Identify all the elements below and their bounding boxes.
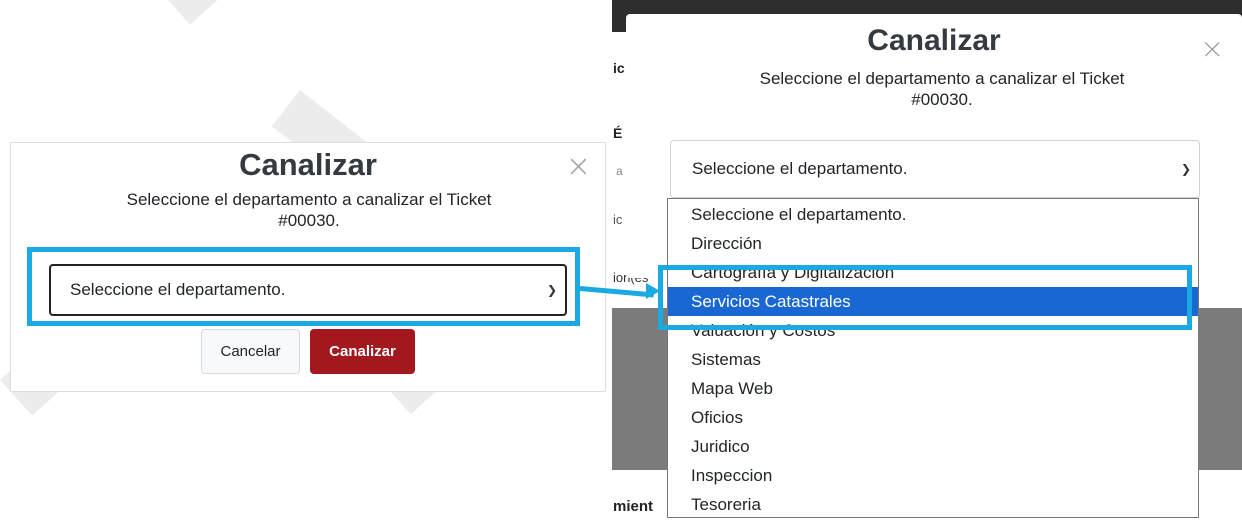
cancel-button[interactable]: Cancelar xyxy=(201,329,300,374)
select-highlight-box xyxy=(27,247,580,326)
background-fragment: a xyxy=(616,164,623,178)
dropdown-option[interactable]: Juridico xyxy=(668,432,1198,461)
background-fragment: ic xyxy=(613,60,625,76)
watermark-stroke xyxy=(150,0,458,25)
close-icon[interactable]: × xyxy=(1201,32,1224,65)
dialog-subtitle: Seleccione el departamento a canalizar e… xyxy=(704,68,1180,110)
dropdown-option[interactable]: Seleccione el departamento. xyxy=(668,200,1198,229)
department-dropdown-list: Seleccione el departamento. Dirección Ca… xyxy=(667,198,1199,518)
close-icon[interactable]: × xyxy=(566,149,591,184)
dropdown-option[interactable]: Inspeccion xyxy=(668,461,1198,490)
dialog-subtitle-line1: Seleccione el departamento a canalizar e… xyxy=(126,190,492,209)
dialog-title: Canalizar xyxy=(867,24,1001,57)
dropdown-option[interactable]: Dirección xyxy=(668,229,1198,258)
dialog-subtitle-line2: #00030. xyxy=(911,90,973,109)
chevron-down-icon: ❯ xyxy=(1180,162,1191,176)
dialog-title: Canalizar xyxy=(239,147,377,182)
dialog-subtitle-line2: #00030. xyxy=(278,211,340,230)
department-select-value: Seleccione el departamento. xyxy=(692,159,908,178)
background-fragment: mient xyxy=(613,498,654,515)
arrow-head-icon xyxy=(646,283,660,299)
dropdown-option[interactable]: Sistemas xyxy=(668,345,1198,374)
background-fragment: ic xyxy=(613,212,623,227)
dialog-subtitle: Seleccione el departamento a canalizar e… xyxy=(71,189,547,231)
dropdown-option[interactable]: Tesoreria xyxy=(668,490,1198,519)
submit-canalizar-button[interactable]: Canalizar xyxy=(310,329,415,374)
dialog-subtitle-line1: Seleccione el departamento a canalizar e… xyxy=(759,69,1125,88)
dropdown-option[interactable]: Oficios xyxy=(668,403,1198,432)
department-select[interactable]: Seleccione el departamento. ❯ xyxy=(670,140,1200,198)
dropdown-option[interactable]: Mapa Web xyxy=(668,374,1198,403)
background-fragment: É xyxy=(613,125,623,141)
option-highlight-box xyxy=(658,265,1192,330)
